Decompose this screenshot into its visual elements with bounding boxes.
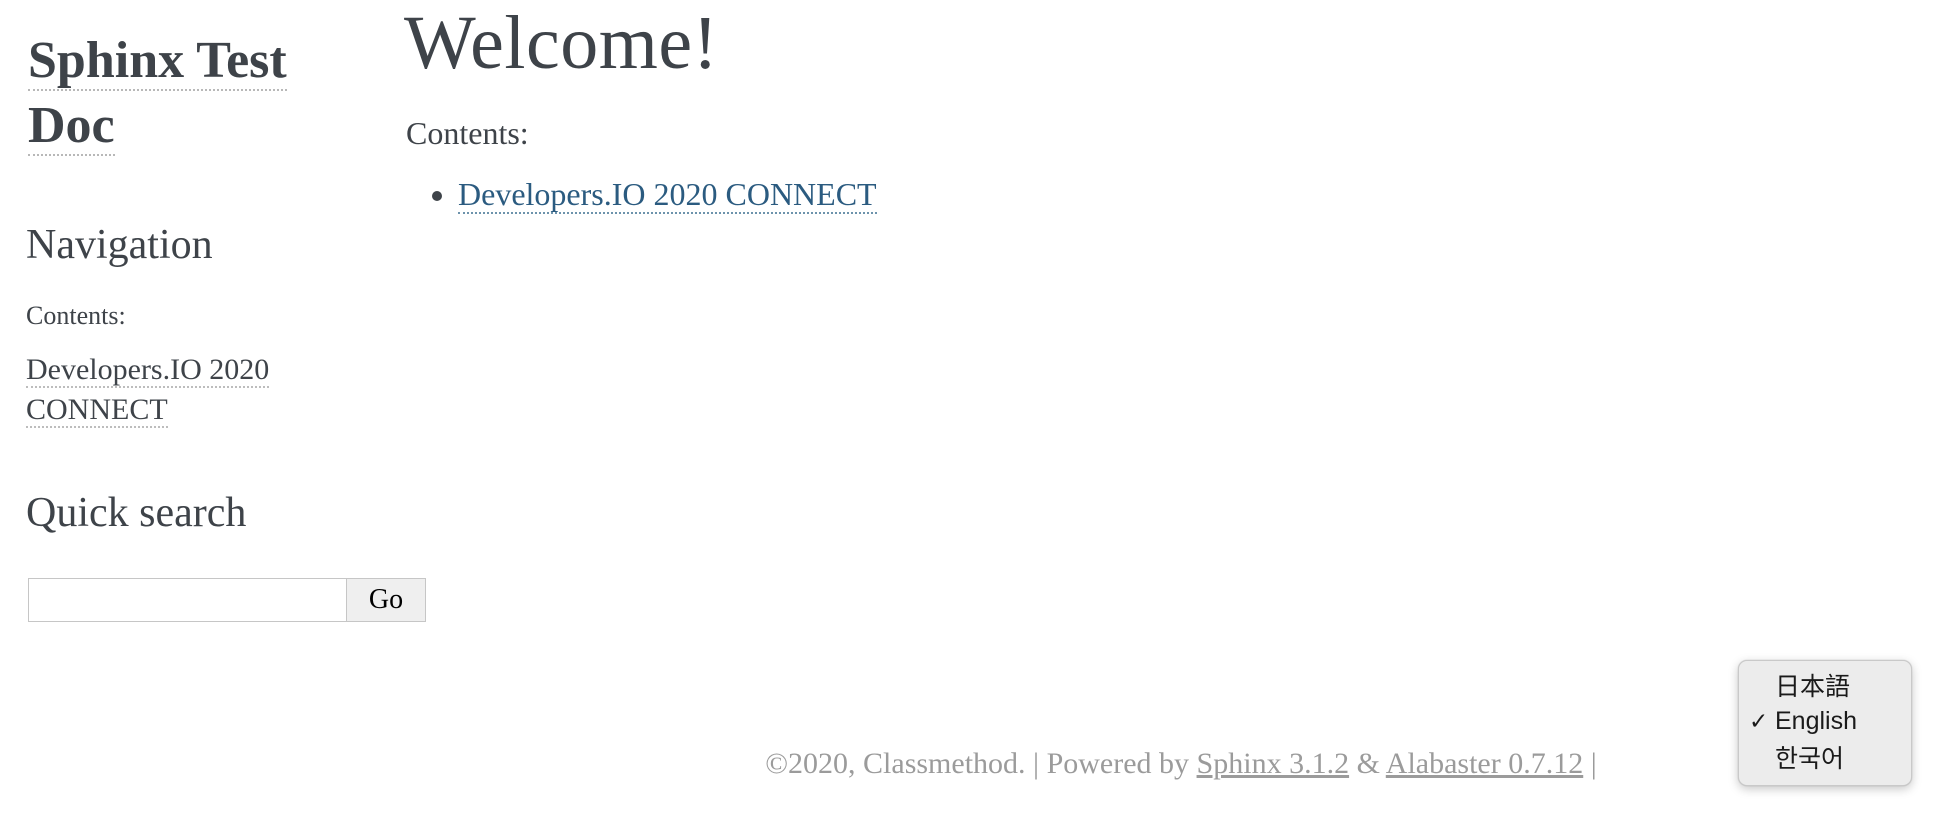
language-menu-item-label: 日本語 <box>1775 673 1851 701</box>
content-link-developers-io-2020-connect[interactable]: Developers.IO 2020 CONNECT <box>458 176 877 214</box>
page-title: Welcome! <box>404 1 719 85</box>
site-title: Sphinx Test Doc <box>28 28 378 158</box>
content-contents-label: Contents: <box>406 115 529 151</box>
language-menu-item-japanese[interactable]: 日本語 <box>1739 667 1911 703</box>
language-menu-item-label: English <box>1775 706 1857 735</box>
quick-search-heading: Quick search <box>26 490 247 536</box>
footer-separator-2: | <box>1590 747 1597 780</box>
sidebar-toc-list: Developers.IO 2020 CONNECT <box>26 350 356 429</box>
footer-alabaster-link[interactable]: Alabaster 0.7.12 <box>1386 747 1583 780</box>
sidebar-contents-label: Contents: <box>26 301 126 330</box>
footer-powered-by-label: Powered by <box>1046 747 1190 780</box>
footer-separator-1: | <box>1033 747 1040 780</box>
sidebar-toc-item: Developers.IO 2020 CONNECT <box>26 350 356 429</box>
sidebar-item-developers-io-2020-connect[interactable]: Developers.IO 2020 CONNECT <box>26 353 270 428</box>
language-menu-item-label: 한국어 <box>1775 745 1845 773</box>
footer: ©2020, Classmethod. | Powered by Sphinx … <box>404 744 1958 783</box>
checkmark-icon: ✓ <box>1749 707 1769 734</box>
footer-sphinx-link[interactable]: Sphinx 3.1.2 <box>1197 747 1350 780</box>
content-toc-list: Developers.IO 2020 CONNECT <box>406 172 877 217</box>
navigation-heading: Navigation <box>26 222 213 268</box>
search-form: Go <box>28 578 426 622</box>
language-menu-item-english[interactable]: ✓ English <box>1739 703 1911 739</box>
footer-ampersand: & <box>1356 747 1380 780</box>
language-menu-item-korean[interactable]: 한국어 <box>1739 739 1911 775</box>
footer-copyright: ©2020, Classmethod. <box>765 747 1026 780</box>
list-item: Developers.IO 2020 CONNECT <box>458 172 877 217</box>
site-title-link[interactable]: Sphinx Test Doc <box>28 32 287 156</box>
search-input[interactable] <box>28 578 346 622</box>
language-dropdown-menu[interactable]: 日本語 ✓ English 한국어 <box>1738 660 1912 786</box>
search-go-button[interactable]: Go <box>346 578 426 622</box>
